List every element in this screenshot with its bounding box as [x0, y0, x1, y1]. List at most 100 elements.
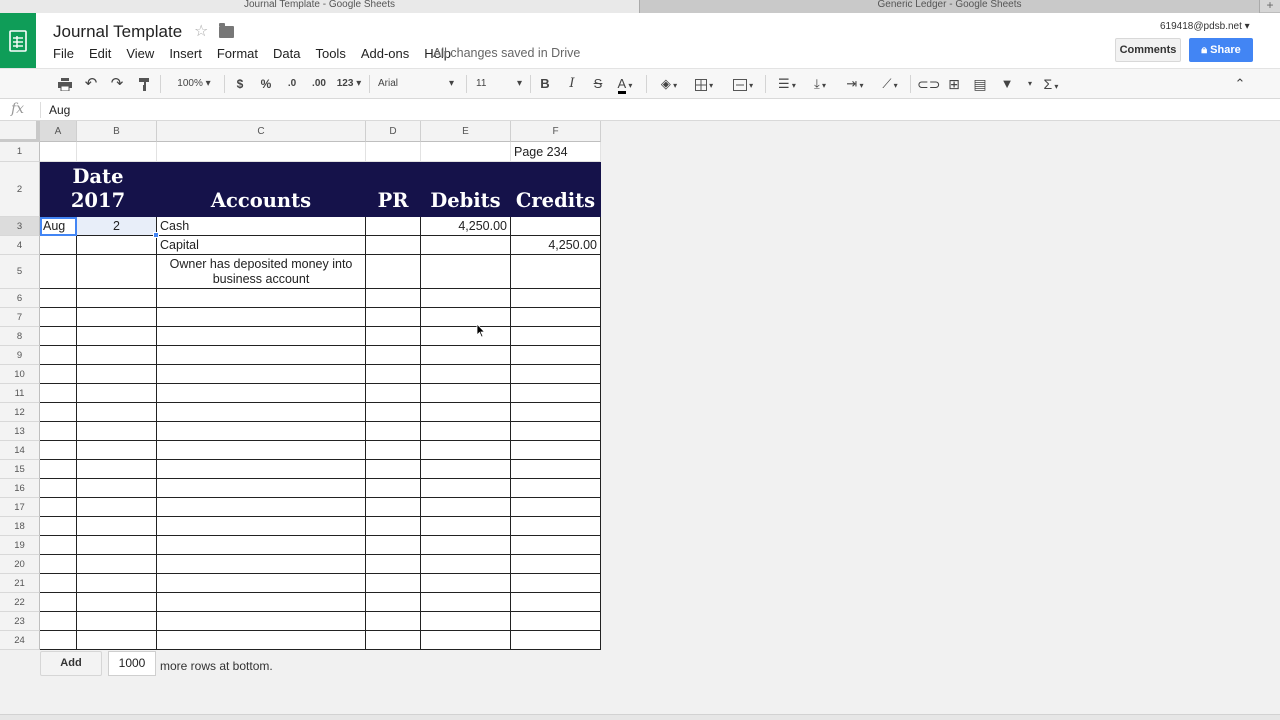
- row-header-15[interactable]: 15: [0, 460, 40, 479]
- borders-icon[interactable]: ▾: [690, 69, 718, 99]
- cell-d3[interactable]: [366, 217, 421, 236]
- cell-f12[interactable]: [511, 403, 601, 422]
- cell-d14[interactable]: [366, 441, 421, 460]
- cell-c17[interactable]: [157, 498, 366, 517]
- cell-e23[interactable]: [421, 612, 511, 631]
- cell-b18[interactable]: [77, 517, 157, 536]
- cell-d11[interactable]: [366, 384, 421, 403]
- cell-c23[interactable]: [157, 612, 366, 631]
- cell-b6[interactable]: [77, 289, 157, 308]
- cell-f9[interactable]: [511, 346, 601, 365]
- row-header-16[interactable]: 16: [0, 479, 40, 498]
- cell-a20[interactable]: [40, 555, 77, 574]
- row-header-4[interactable]: 4: [0, 236, 40, 255]
- cell-e24[interactable]: [421, 631, 511, 650]
- horizontal-align-icon[interactable]: ☰ ▾: [773, 69, 801, 99]
- row-header-10[interactable]: 10: [0, 365, 40, 384]
- row-header-6[interactable]: 6: [0, 289, 40, 308]
- row-header-18[interactable]: 18: [0, 517, 40, 536]
- cell-c14[interactable]: [157, 441, 366, 460]
- cell-c11[interactable]: [157, 384, 366, 403]
- paint-format-icon[interactable]: [136, 69, 154, 99]
- cell-e12[interactable]: [421, 403, 511, 422]
- cell-c4[interactable]: Capital: [157, 236, 366, 255]
- cell-b7[interactable]: [77, 308, 157, 327]
- cell-b20[interactable]: [77, 555, 157, 574]
- cell-a18[interactable]: [40, 517, 77, 536]
- rows-count-input[interactable]: 1000: [108, 651, 156, 676]
- cell-c7[interactable]: [157, 308, 366, 327]
- cell-f23[interactable]: [511, 612, 601, 631]
- cell-b13[interactable]: [77, 422, 157, 441]
- cell-e5[interactable]: [421, 255, 511, 289]
- cell-b23[interactable]: [77, 612, 157, 631]
- cell-f17[interactable]: [511, 498, 601, 517]
- cell-e6[interactable]: [421, 289, 511, 308]
- functions-icon[interactable]: Σ ▾: [1036, 69, 1066, 99]
- cell-a16[interactable]: [40, 479, 77, 498]
- cell-e10[interactable]: [421, 365, 511, 384]
- select-all-corner[interactable]: [0, 121, 40, 142]
- cell-a6[interactable]: [40, 289, 77, 308]
- currency-format-button[interactable]: $: [232, 69, 248, 99]
- cell-e13[interactable]: [421, 422, 511, 441]
- cell-b14[interactable]: [77, 441, 157, 460]
- cell-e4[interactable]: [421, 236, 511, 255]
- decrease-decimal-button[interactable]: .0: [283, 69, 301, 99]
- font-family-select[interactable]: Arial ▾: [378, 69, 458, 99]
- cell-d10[interactable]: [366, 365, 421, 384]
- cell-c19[interactable]: [157, 536, 366, 555]
- row-header-1[interactable]: 1: [0, 142, 40, 162]
- cell-b5[interactable]: [77, 255, 157, 289]
- cell-f19[interactable]: [511, 536, 601, 555]
- cell-e15[interactable]: [421, 460, 511, 479]
- row-header-24[interactable]: 24: [0, 631, 40, 650]
- fill-handle[interactable]: [153, 232, 159, 238]
- row-header-5[interactable]: 5: [0, 255, 40, 289]
- cell-d1[interactable]: [366, 142, 421, 162]
- row-header-9[interactable]: 9: [0, 346, 40, 365]
- cell-b10[interactable]: [77, 365, 157, 384]
- font-size-select[interactable]: 11 ▾: [476, 69, 524, 99]
- cell-c2[interactable]: Accounts: [157, 162, 366, 217]
- row-header-2[interactable]: 2: [0, 162, 40, 217]
- cell-a11[interactable]: [40, 384, 77, 403]
- cell-f5[interactable]: [511, 255, 601, 289]
- save-status[interactable]: All changes saved in Drive: [433, 46, 580, 60]
- insert-link-icon[interactable]: ⊂⊃: [917, 69, 940, 99]
- row-header-17[interactable]: 17: [0, 498, 40, 517]
- cell-d9[interactable]: [366, 346, 421, 365]
- menu-edit[interactable]: Edit: [89, 46, 111, 61]
- browser-tab-ledger[interactable]: Generic Ledger - Google Sheets: [640, 0, 1260, 13]
- cell-e3[interactable]: 4,250.00: [421, 217, 511, 236]
- column-header-d[interactable]: D: [366, 121, 421, 142]
- percent-format-button[interactable]: %: [257, 69, 275, 99]
- insert-chart-icon[interactable]: ▤: [970, 69, 990, 99]
- row-header-11[interactable]: 11: [0, 384, 40, 403]
- cell-b9[interactable]: [77, 346, 157, 365]
- cell-b15[interactable]: [77, 460, 157, 479]
- cell-d22[interactable]: [366, 593, 421, 612]
- row-header-20[interactable]: 20: [0, 555, 40, 574]
- column-header-b[interactable]: B: [77, 121, 157, 142]
- formula-input[interactable]: Aug: [49, 103, 70, 117]
- cell-d15[interactable]: [366, 460, 421, 479]
- comments-button[interactable]: Comments: [1115, 38, 1181, 62]
- cell-d20[interactable]: [366, 555, 421, 574]
- redo-icon[interactable]: ↷: [108, 69, 126, 99]
- new-tab-button[interactable]: +: [1260, 0, 1280, 13]
- cell-a2[interactable]: Date 2017: [40, 162, 157, 217]
- row-header-21[interactable]: 21: [0, 574, 40, 593]
- cell-f13[interactable]: [511, 422, 601, 441]
- cell-a17[interactable]: [40, 498, 77, 517]
- cell-a15[interactable]: [40, 460, 77, 479]
- cell-c3[interactable]: Cash: [157, 217, 366, 236]
- cell-c10[interactable]: [157, 365, 366, 384]
- cell-e17[interactable]: [421, 498, 511, 517]
- collapse-menu-icon[interactable]: ⌃: [1230, 69, 1250, 99]
- cell-d13[interactable]: [366, 422, 421, 441]
- cell-c8[interactable]: [157, 327, 366, 346]
- cell-b24[interactable]: [77, 631, 157, 650]
- folder-icon[interactable]: [219, 23, 234, 38]
- row-header-13[interactable]: 13: [0, 422, 40, 441]
